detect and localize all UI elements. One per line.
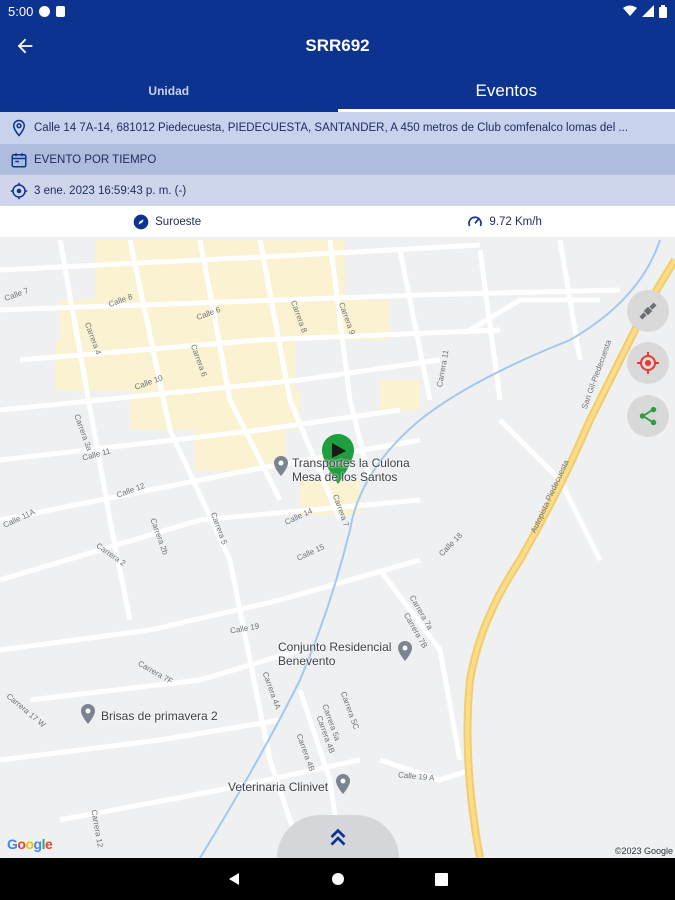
datetime-row: 3 ene. 2023 16:59:43 p. m. (-) (0, 175, 675, 206)
poi-label-brisas: Brisas de primavera 2 (101, 709, 218, 723)
map-copyright: ©2023 Google (614, 846, 673, 856)
tab-bar: Unidad Eventos (0, 70, 675, 112)
event-type-text: EVENTO POR TIEMPO (34, 153, 157, 166)
signal-icon (642, 5, 654, 17)
share-button[interactable] (627, 395, 669, 437)
poi-label-text: Transportes la Culona Mesa de los Santos (292, 456, 410, 484)
nav-home-button[interactable] (331, 872, 345, 886)
calendar-icon (11, 152, 27, 167)
nav-recents-button[interactable] (435, 872, 448, 886)
triangle-back-icon (229, 873, 239, 885)
datetime-text: 3 ene. 2023 16:59:43 p. m. (-) (34, 184, 187, 197)
satellite-toggle-button[interactable] (627, 290, 669, 332)
system-navbar (0, 858, 675, 900)
direction-text: Suroeste (155, 215, 202, 228)
page-title: SRR692 (305, 36, 370, 55)
square-recents-icon (435, 872, 448, 886)
status-bar: 5:00 (0, 0, 675, 22)
message-icon (39, 5, 51, 17)
nav-back-button[interactable] (227, 872, 241, 886)
locate-button[interactable] (627, 342, 669, 384)
speed-item: 9.72 Km/h (467, 214, 542, 230)
arrow-left-icon (17, 38, 33, 54)
speed-text: 9.72 Km/h (489, 215, 542, 228)
back-button[interactable] (10, 32, 40, 60)
location-target-icon (10, 182, 28, 199)
circle-home-icon (332, 873, 344, 885)
location-pin-icon (12, 119, 26, 137)
gps-locate-icon (637, 352, 659, 374)
poi-label-clinivet: Veterinaria Clinivet (228, 780, 329, 794)
share-icon (639, 406, 657, 426)
wifi-icon (623, 5, 637, 16)
address-text: Calle 14 7A-14, 681012 Piedecuesta, PIED… (34, 122, 629, 134)
poi-label-transportes: Transportes la Culona Mesa de los Santos (292, 456, 410, 484)
battery-icon (659, 4, 667, 18)
tab-unidad[interactable]: Unidad (0, 70, 338, 112)
app-bar: SRR692 (0, 22, 675, 70)
event-type-row: EVENTO POR TIEMPO (0, 144, 675, 175)
double-chevron-up-icon (330, 828, 346, 846)
speedometer-icon (468, 215, 483, 226)
google-logo: Google (7, 836, 53, 852)
compass-icon (133, 214, 149, 229)
status-time: 5:00 (8, 3, 34, 19)
satellite-icon (639, 302, 657, 320)
address-row: Calle 14 7A-14, 681012 Piedecuesta, PIED… (0, 112, 675, 144)
sd-card-icon (56, 5, 66, 17)
tab-eventos[interactable]: Eventos (337, 70, 675, 112)
direction-item: Suroeste (133, 214, 201, 230)
poi-label-benevento: Conjunto Residencial Benevento (278, 640, 391, 668)
direction-speed-row: Suroeste 9.72 Km/h (0, 206, 675, 237)
poi-label-text: Conjunto Residencial Benevento (278, 640, 392, 668)
